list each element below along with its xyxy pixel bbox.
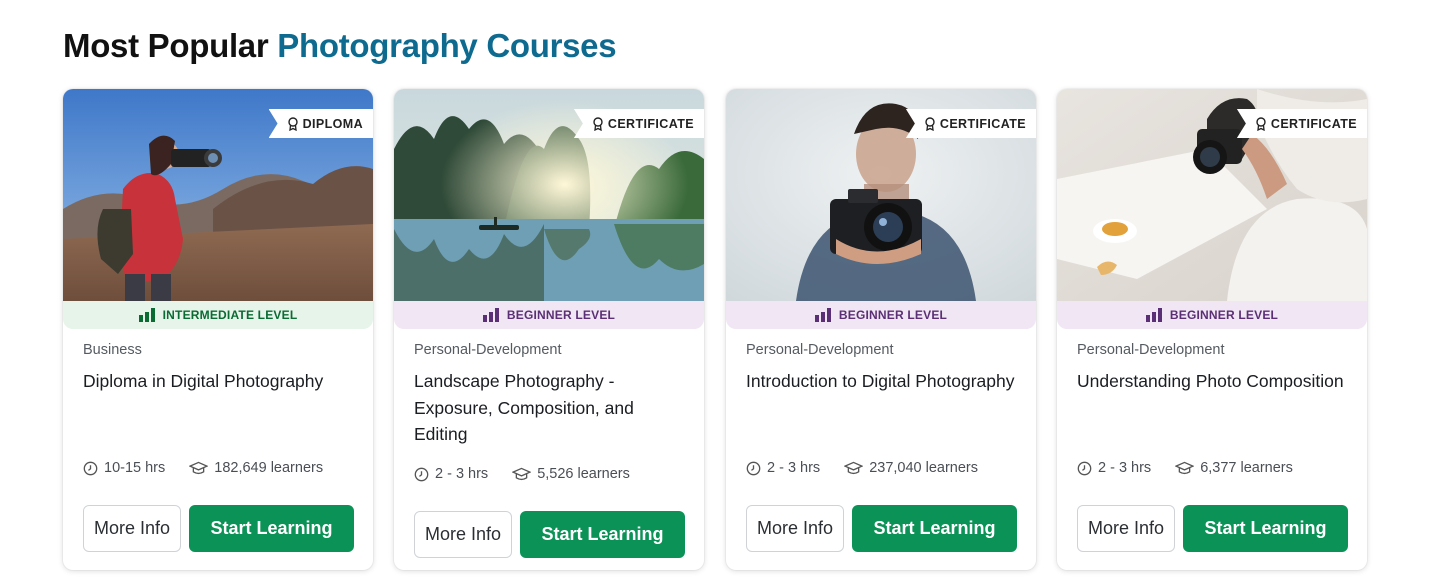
- level-banner: BEGINNER LEVEL: [726, 301, 1036, 329]
- course-title[interactable]: Landscape Photography - Exposure, Compos…: [414, 368, 684, 448]
- learners: 6,377 learners: [1175, 460, 1293, 476]
- badge-label: CERTIFICATE: [1270, 116, 1357, 131]
- learners-text: 6,377 learners: [1200, 460, 1293, 476]
- graduation-cap-icon: [844, 461, 864, 474]
- badge-label: DIPLOMA: [302, 116, 363, 131]
- duration-text: 2 - 3 hrs: [1098, 460, 1152, 476]
- award-ribbon-icon: [593, 116, 603, 131]
- start-learning-button[interactable]: Start Learning: [520, 511, 685, 558]
- duration: 10-15 hrs: [83, 460, 165, 476]
- bar-chart-icon: [814, 308, 831, 322]
- course-card[interactable]: DIPLOMA INTERMEDIATE LEVEL Business Dipl…: [63, 89, 373, 570]
- duration: 2 - 3 hrs: [1077, 460, 1151, 476]
- duration-text: 2 - 3 hrs: [767, 460, 821, 476]
- credential-badge: CERTIFICATE: [573, 109, 704, 138]
- course-image-overhead-photographer[interactable]: CERTIFICATE: [1057, 89, 1367, 301]
- credential-badge: DIPLOMA: [268, 109, 373, 138]
- more-info-button[interactable]: More Info: [414, 511, 512, 558]
- level-banner: BEGINNER LEVEL: [394, 301, 704, 329]
- clock-icon: [83, 461, 98, 475]
- graduation-cap-icon: [1175, 461, 1195, 474]
- learners: 237,040 learners: [844, 460, 978, 476]
- course-meta: 2 - 3 hrs 5,526 learners: [414, 466, 630, 482]
- award-ribbon-icon: [287, 116, 298, 131]
- start-learning-button[interactable]: Start Learning: [852, 505, 1017, 552]
- clock-icon: [746, 461, 761, 475]
- level-banner: BEGINNER LEVEL: [1057, 301, 1367, 329]
- course-card[interactable]: CERTIFICATE BEGINNER LEVEL Personal-Deve…: [1057, 89, 1367, 570]
- learners: 5,526 learners: [512, 466, 630, 482]
- level-label: BEGINNER LEVEL: [506, 308, 616, 322]
- learners-text: 182,649 learners: [214, 460, 324, 476]
- credential-badge: CERTIFICATE: [1236, 109, 1367, 138]
- graduation-cap-icon: [512, 467, 532, 480]
- duration-text: 10-15 hrs: [104, 460, 166, 476]
- card-actions: More Info Start Learning: [746, 505, 1017, 552]
- course-title[interactable]: Introduction to Digital Photography: [746, 368, 1016, 395]
- course-meta: 10-15 hrs 182,649 learners: [83, 460, 323, 476]
- card-actions: More Info Start Learning: [1077, 505, 1348, 552]
- course-title[interactable]: Understanding Photo Composition: [1077, 368, 1347, 395]
- start-learning-button[interactable]: Start Learning: [189, 505, 354, 552]
- badge-label: CERTIFICATE: [939, 116, 1026, 131]
- duration: 2 - 3 hrs: [746, 460, 820, 476]
- card-actions: More Info Start Learning: [83, 505, 354, 552]
- bar-chart-icon: [1145, 308, 1162, 322]
- start-learning-button[interactable]: Start Learning: [1183, 505, 1348, 552]
- course-category[interactable]: Personal-Development: [1077, 342, 1225, 358]
- duration: 2 - 3 hrs: [414, 466, 488, 482]
- learners: 182,649 learners: [189, 460, 323, 476]
- course-category[interactable]: Personal-Development: [746, 342, 894, 358]
- course-category[interactable]: Business: [83, 342, 142, 358]
- course-image-hiker-photographer[interactable]: DIPLOMA: [63, 89, 373, 301]
- course-category[interactable]: Personal-Development: [414, 342, 562, 358]
- level-label: BEGINNER LEVEL: [1169, 308, 1279, 322]
- credential-badge: CERTIFICATE: [905, 109, 1036, 138]
- bar-chart-icon: [138, 308, 155, 322]
- course-image-karst-lake[interactable]: CERTIFICATE: [394, 89, 704, 301]
- course-title[interactable]: Diploma in Digital Photography: [83, 368, 353, 395]
- badge-label: CERTIFICATE: [607, 116, 694, 131]
- card-actions: More Info Start Learning: [414, 511, 685, 558]
- more-info-button[interactable]: More Info: [1077, 505, 1175, 552]
- course-image-man-holding-camera[interactable]: CERTIFICATE: [726, 89, 1036, 301]
- course-card[interactable]: CERTIFICATE BEGINNER LEVEL Personal-Deve…: [726, 89, 1036, 570]
- level-label: BEGINNER LEVEL: [838, 308, 948, 322]
- course-card[interactable]: CERTIFICATE BEGINNER LEVEL Personal-Deve…: [394, 89, 704, 570]
- clock-icon: [1077, 461, 1092, 475]
- learners-text: 5,526 learners: [537, 466, 630, 482]
- more-info-button[interactable]: More Info: [83, 505, 181, 552]
- level-banner: INTERMEDIATE LEVEL: [63, 301, 373, 329]
- more-info-button[interactable]: More Info: [746, 505, 844, 552]
- award-ribbon-icon: [1256, 116, 1266, 131]
- course-meta: 2 - 3 hrs 237,040 learners: [746, 460, 978, 476]
- bar-chart-icon: [482, 308, 499, 322]
- course-meta: 2 - 3 hrs 6,377 learners: [1077, 460, 1293, 476]
- graduation-cap-icon: [189, 461, 209, 474]
- duration-text: 2 - 3 hrs: [435, 466, 489, 482]
- learners-text: 237,040 learners: [869, 460, 979, 476]
- award-ribbon-icon: [925, 116, 935, 131]
- level-label: INTERMEDIATE LEVEL: [162, 308, 298, 322]
- course-card-list: DIPLOMA INTERMEDIATE LEVEL Business Dipl…: [0, 0, 1433, 584]
- clock-icon: [414, 467, 429, 481]
